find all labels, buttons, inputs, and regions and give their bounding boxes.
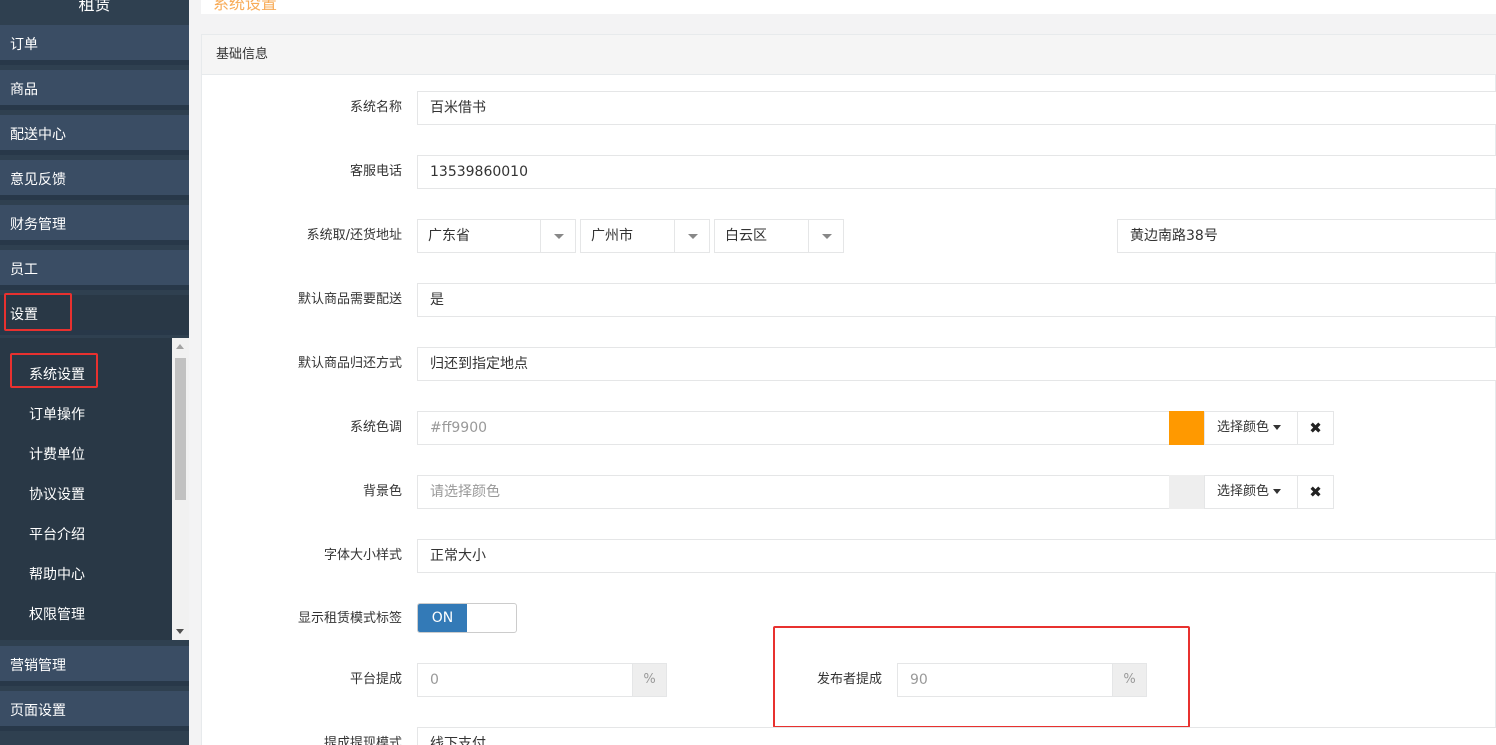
pick-color-label: 选择颜色 [1217,484,1270,499]
panel-heading: 基础信息 [202,35,1496,75]
province-value: 广东省 [428,228,470,244]
background-color-input[interactable]: 请选择颜色 [417,475,1170,509]
background-color-swatch[interactable] [1169,475,1204,509]
sidebar-item-finance[interactable]: 财务管理 [0,205,189,245]
city-select[interactable]: 广州市 [580,219,710,253]
rental-tag-label: 显示租赁模式标签 [297,611,402,626]
service-phone-label: 客服电话 [349,164,402,179]
rental-tag-toggle[interactable]: ON [417,603,517,633]
annotation-box-publisher-commission [773,626,1190,728]
address-label: 系统取/还货地址 [306,228,402,243]
sidebar-item-staff[interactable]: 员工 [0,250,189,290]
return-method-select[interactable]: 归还到指定地点 [417,347,1496,381]
annotation-box-system-settings [10,353,98,388]
caret-down-icon [1273,425,1282,430]
annotation-box-settings [4,293,72,331]
sidebar-brand: 租赁 [78,0,111,14]
sidebar-item-products[interactable]: 商品 [0,70,189,110]
scroll-up-arrow-icon[interactable] [176,344,184,349]
district-select[interactable]: 白云区 [714,219,844,253]
submenu-item-platform-intro[interactable]: 平台介绍 [0,515,172,555]
system-color-swatch[interactable] [1169,411,1204,445]
district-value: 白云区 [725,228,767,244]
close-icon: ✖ [1309,419,1322,437]
page-title-bar: 系统设置 [201,0,1496,14]
close-icon: ✖ [1309,483,1322,501]
platform-commission-label: 平台提成 [349,672,402,687]
address-detail-input[interactable]: 黄边南路38号 [1117,219,1496,253]
font-size-style-select[interactable]: 正常大小 [417,539,1496,573]
system-color-input[interactable]: #ff9900 [417,411,1170,445]
platform-commission-input[interactable]: 0 [417,663,633,697]
percent-addon: % [632,663,667,697]
settings-panel: 基础信息 系统名称 百米借书 客服电话 13539860010 系统取/还货地址… [201,34,1496,745]
system-color-label: 系统色调 [349,420,402,435]
background-color-clear-button[interactable]: ✖ [1297,475,1334,509]
city-value: 广州市 [591,228,633,244]
caret-down-icon [1273,489,1282,494]
submenu-item-order-operations[interactable]: 订单操作 [0,395,172,435]
chevron-down-icon [540,220,575,252]
need-delivery-select[interactable]: 是 [417,283,1496,317]
chevron-down-icon [808,220,843,252]
submenu-item-help-center[interactable]: 帮助中心 [0,555,172,595]
background-color-pick-button[interactable]: 选择颜色 [1204,475,1298,509]
submenu-scrollbar[interactable] [172,338,189,640]
sidebar: 租赁 订单 商品 配送中心 意见反馈 财务管理 员工 设置 系统设置 订单操作 … [0,0,189,745]
system-name-input[interactable]: 百米借书 [417,91,1496,125]
system-color-clear-button[interactable]: ✖ [1297,411,1334,445]
withdraw-mode-label: 提成提现模式 [323,736,402,745]
submenu-item-permissions[interactable]: 权限管理 [0,595,172,635]
return-method-label: 默认商品归还方式 [297,356,402,371]
submenu-item-agreement-settings[interactable]: 协议设置 [0,475,172,515]
sidebar-item-feedback[interactable]: 意见反馈 [0,160,189,200]
chevron-down-icon [674,220,709,252]
withdraw-mode-select[interactable]: 线下支付 [417,727,1496,745]
submenu-item-billing-units[interactable]: 计费单位 [0,435,172,475]
sidebar-item-delivery[interactable]: 配送中心 [0,115,189,155]
sidebar-item-marketing[interactable]: 营销管理 [0,646,189,686]
system-color-pick-button[interactable]: 选择颜色 [1204,411,1298,445]
background-color-label: 背景色 [362,484,402,499]
sidebar-item-page-settings[interactable]: 页面设置 [0,691,189,731]
font-size-style-label: 字体大小样式 [323,548,402,563]
service-phone-input[interactable]: 13539860010 [417,155,1496,189]
pick-color-label: 选择颜色 [1217,420,1270,435]
scroll-down-arrow-icon[interactable] [176,629,184,634]
sidebar-item-orders[interactable]: 订单 [0,25,189,65]
province-select[interactable]: 广东省 [417,219,576,253]
page-title: 系统设置 [213,0,278,13]
scrollbar-thumb[interactable] [175,358,186,500]
need-delivery-label: 默认商品需要配送 [297,292,402,307]
system-name-label: 系统名称 [349,100,402,115]
toggle-on-state: ON [418,604,467,632]
